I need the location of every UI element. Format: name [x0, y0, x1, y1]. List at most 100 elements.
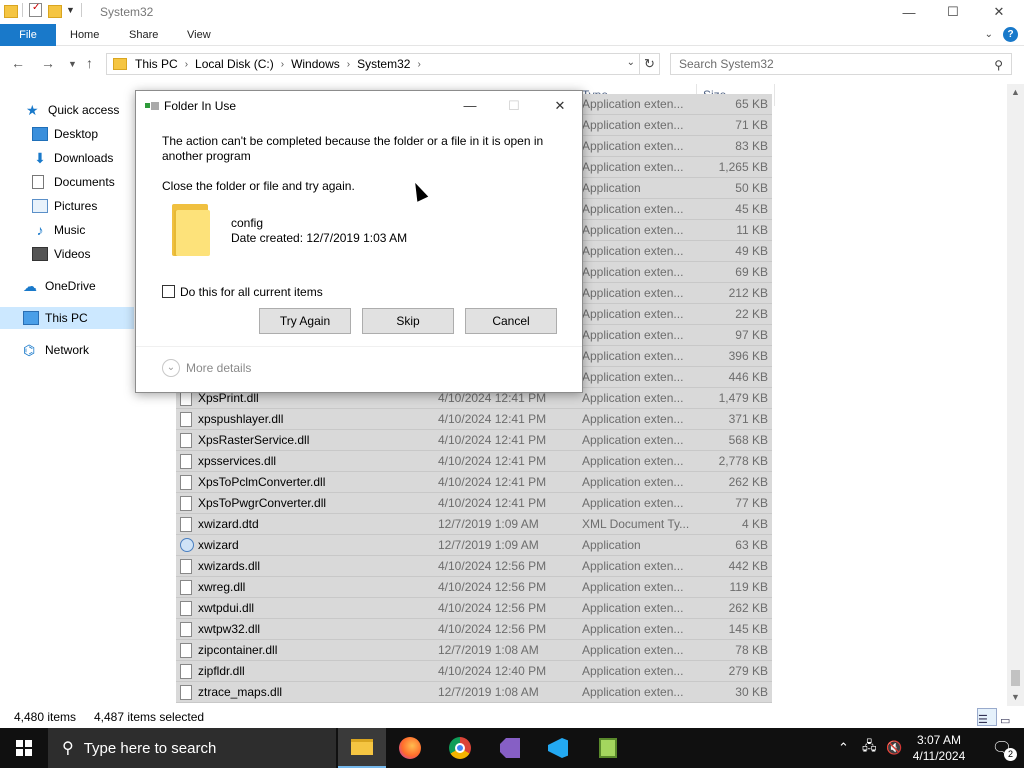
- file-row[interactable]: xwreg.dll 4/10/2024 12:56 PM Application e…: [176, 577, 772, 598]
- minimize-button[interactable]: —: [886, 0, 932, 24]
- file-date-modified: 4/10/2024 12:40 PM: [438, 664, 547, 678]
- file-date-modified: 4/10/2024 12:56 PM: [438, 559, 547, 573]
- forward-arrow-icon[interactable]: →: [41, 55, 55, 71]
- network-icon: ⌬: [23, 342, 36, 358]
- scroll-down-arrow-icon[interactable]: ▼: [1007, 689, 1024, 706]
- file-row[interactable]: zipfldr.dll 4/10/2024 12:40 PM Application…: [176, 661, 772, 682]
- system-clock[interactable]: 3:07 AM 4/11/2024: [908, 732, 970, 764]
- up-arrow-icon[interactable]: ↑: [86, 55, 93, 71]
- file-icon: [180, 433, 192, 448]
- clock-date: 4/11/2024: [912, 749, 966, 763]
- breadcrumb-this-pc[interactable]: This PC: [135, 57, 178, 71]
- application-file-icon: [180, 538, 194, 552]
- address-history-chevron-icon[interactable]: ⌄: [627, 57, 635, 68]
- vertical-scrollbar[interactable]: ▲ ▼: [1007, 84, 1024, 706]
- chevron-down-icon: ⌄: [162, 359, 180, 377]
- action-center-button[interactable]: 🗨 2: [980, 728, 1024, 768]
- large-icons-view-button[interactable]: ▭: [1000, 708, 1020, 727]
- more-details-toggle[interactable]: ⌄ More details: [162, 359, 251, 377]
- refresh-button[interactable]: ↻: [640, 53, 660, 75]
- properties-icon[interactable]: [29, 2, 42, 17]
- sidebar-item-downloads[interactable]: ⬇ Downloads: [0, 147, 134, 169]
- dialog-close-button[interactable]: ✕: [546, 95, 574, 117]
- file-row[interactable]: xwtpdui.dll 4/10/2024 12:56 PM Application…: [176, 598, 772, 619]
- details-view-button[interactable]: ☰: [977, 708, 997, 726]
- cancel-button[interactable]: Cancel: [465, 308, 557, 334]
- dialog-minimize-button[interactable]: —: [456, 95, 484, 117]
- breadcrumb-separator-icon[interactable]: ›: [185, 59, 188, 70]
- file-row[interactable]: XpsToPclmConverter.dll 4/10/2024 12:41 PM…: [176, 472, 772, 493]
- breadcrumb-separator-icon[interactable]: ›: [347, 59, 350, 70]
- document-icon: [32, 175, 44, 189]
- taskbar-notepad-plus-plus[interactable]: [584, 728, 632, 768]
- sidebar-item-network[interactable]: ⌬ Network: [0, 339, 134, 361]
- taskbar-file-explorer[interactable]: [338, 728, 386, 768]
- volume-muted-icon[interactable]: 🔇: [886, 728, 902, 768]
- show-hidden-icons-chevron-icon[interactable]: ⌃: [838, 728, 849, 768]
- file-size: 1,265 KB: [718, 160, 768, 174]
- pictures-icon: [32, 199, 48, 213]
- file-row[interactable]: zipcontainer.dll 12/7/2019 1:08 AM Applica…: [176, 640, 772, 661]
- file-row[interactable]: XpsRasterService.dll 4/10/2024 12:41 PM Ap…: [176, 430, 772, 451]
- sidebar-item-music[interactable]: ♪ Music: [0, 219, 134, 241]
- file-size: 83 KB: [735, 139, 768, 153]
- taskbar-visual-studio[interactable]: [486, 728, 534, 768]
- address-bar[interactable]: This PC › Local Disk (C:) › Windows › Sy…: [106, 53, 640, 75]
- sidebar-item-onedrive[interactable]: ☁ OneDrive: [0, 275, 134, 297]
- sidebar-item-desktop[interactable]: Desktop: [0, 123, 134, 145]
- start-button[interactable]: [0, 728, 48, 768]
- file-size: 77 KB: [735, 496, 768, 510]
- back-arrow-icon[interactable]: ←: [11, 55, 25, 71]
- divider: [80, 3, 82, 17]
- scroll-up-arrow-icon[interactable]: ▲: [1007, 84, 1024, 101]
- sidebar-item-label: Network: [45, 343, 90, 357]
- breadcrumb-separator-icon[interactable]: ›: [417, 59, 420, 70]
- file-row[interactable]: ztrace_maps.dll 12/7/2019 1:08 AM Applicat…: [176, 682, 772, 703]
- customize-toolbar-chevron-icon[interactable]: ▼: [66, 5, 75, 15]
- try-again-button[interactable]: Try Again: [259, 308, 351, 334]
- file-type: Application exten...: [582, 580, 684, 594]
- sidebar-item-pictures[interactable]: Pictures: [0, 195, 134, 217]
- file-row[interactable]: xpspushlayer.dll 4/10/2024 12:41 PM Applic…: [176, 409, 772, 430]
- recent-locations-chevron-icon[interactable]: ▼: [68, 59, 77, 69]
- close-button[interactable]: ✕: [976, 0, 1022, 24]
- status-bar: 4,480 items 4,487 items selected ☰ ▭: [0, 706, 1024, 728]
- scrollbar-thumb[interactable]: [1011, 670, 1020, 686]
- navigation-pane: ★ Quick access Desktop ⬇ Downloads Docum…: [0, 96, 134, 706]
- file-row[interactable]: xwtpw32.dll 4/10/2024 12:56 PM Application…: [176, 619, 772, 640]
- column-divider[interactable]: [774, 84, 775, 106]
- apply-to-all-label[interactable]: Do this for all current items: [180, 285, 323, 299]
- new-folder-icon[interactable]: [48, 3, 62, 18]
- help-icon[interactable]: ?: [1003, 27, 1018, 42]
- file-type: Application exten...: [582, 391, 684, 405]
- search-input[interactable]: Search System32 ⚲: [670, 53, 1012, 75]
- file-row[interactable]: xwizard.dtd 12/7/2019 1:09 AM XML Document…: [176, 514, 772, 535]
- breadcrumb-separator-icon[interactable]: ›: [281, 59, 284, 70]
- skip-button[interactable]: Skip: [362, 308, 454, 334]
- taskbar-firefox[interactable]: [386, 728, 434, 768]
- file-date-modified: 4/10/2024 12:41 PM: [438, 391, 547, 405]
- maximize-button[interactable]: ☐: [930, 0, 976, 24]
- taskbar-search-box[interactable]: ⚲ Type here to search: [48, 728, 336, 768]
- file-row[interactable]: XpsToPwgrConverter.dll 4/10/2024 12:41 PM…: [176, 493, 772, 514]
- tab-file[interactable]: File: [0, 24, 56, 46]
- taskbar-chrome[interactable]: [436, 728, 484, 768]
- sidebar-item-quick-access[interactable]: ★ Quick access: [0, 99, 134, 121]
- dialog-message: The action can't be completed because th…: [162, 134, 544, 163]
- tab-view[interactable]: View: [187, 24, 211, 46]
- sidebar-item-documents[interactable]: Documents: [0, 171, 134, 193]
- taskbar-vscode[interactable]: [534, 728, 582, 768]
- breadcrumb-local-disk[interactable]: Local Disk (C:): [195, 57, 274, 71]
- file-row[interactable]: xwizards.dll 4/10/2024 12:56 PM Applicatio…: [176, 556, 772, 577]
- breadcrumb-system32[interactable]: System32: [357, 57, 410, 71]
- file-row[interactable]: xwizard 12/7/2019 1:09 AM Application 63 KB: [176, 535, 772, 556]
- tab-home[interactable]: Home: [70, 24, 99, 46]
- apply-to-all-checkbox[interactable]: [162, 285, 175, 298]
- file-row[interactable]: xpsservices.dll 4/10/2024 12:41 PM Applica…: [176, 451, 772, 472]
- expand-ribbon-chevron-icon[interactable]: ⌄: [985, 29, 993, 40]
- sidebar-item-videos[interactable]: Videos: [0, 243, 134, 265]
- network-status-icon[interactable]: 🖧: [862, 728, 877, 768]
- sidebar-item-this-pc[interactable]: This PC: [0, 307, 134, 329]
- breadcrumb-windows[interactable]: Windows: [291, 57, 340, 71]
- tab-share[interactable]: Share: [129, 24, 158, 46]
